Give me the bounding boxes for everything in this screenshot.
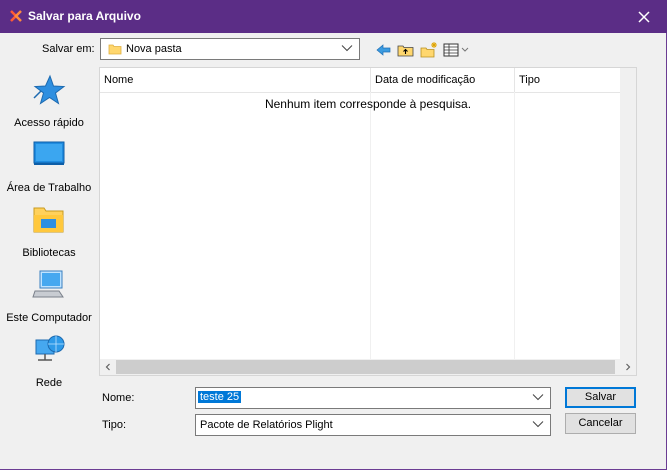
save-in-value: Nova pasta (126, 43, 182, 55)
computer-icon (32, 270, 64, 298)
window-title: Salvar para Arquivo (28, 9, 141, 23)
network-icon (35, 335, 65, 361)
chevron-down-icon[interactable] (532, 392, 544, 402)
libraries-icon (33, 207, 64, 233)
up-folder-icon[interactable] (396, 41, 416, 59)
save-in-dropdown[interactable]: Nova pasta (100, 38, 360, 60)
save-in-label: Salvar em: (42, 43, 95, 55)
place-label: Este Computador (6, 312, 92, 324)
column-header-date[interactable]: Data de modificação (375, 74, 475, 86)
chevron-down-icon (341, 45, 353, 52)
empty-list-message: Nenhum item corresponde à pesquisa. (264, 97, 472, 111)
desktop-icon (33, 141, 65, 165)
column-gridline (370, 92, 371, 360)
file-type-dropdown[interactable]: Pacote de Relatórios Plight (195, 414, 551, 436)
app-logo-icon (10, 10, 22, 22)
place-label: Área de Trabalho (6, 182, 92, 194)
file-list[interactable]: Nome Data de modificação Tipo Nenhum ite… (99, 67, 637, 376)
scroll-left-icon[interactable] (103, 362, 113, 372)
vertical-scrollbar-area (620, 68, 636, 360)
cancel-button[interactable]: Cancelar (565, 413, 636, 434)
file-name-value: teste 25 (198, 391, 242, 403)
file-type-value: Pacote de Relatórios Plight (200, 419, 333, 431)
column-header-name[interactable]: Nome (104, 74, 133, 86)
folder-icon (108, 44, 122, 55)
scroll-right-icon[interactable] (623, 362, 633, 372)
star-icon (33, 74, 66, 105)
file-name-input[interactable]: teste 25 (195, 387, 551, 409)
column-gridline (514, 92, 515, 360)
chevron-down-icon (532, 421, 544, 428)
scrollbar-thumb[interactable] (116, 360, 615, 374)
column-header-type[interactable]: Tipo (519, 74, 540, 86)
name-label: Nome: (102, 392, 135, 404)
horizontal-scrollbar[interactable] (100, 359, 636, 375)
close-icon (638, 10, 650, 23)
view-menu-icon[interactable] (442, 41, 470, 59)
title-bar: Salvar para Arquivo (0, 0, 667, 33)
type-label: Tipo: (102, 419, 127, 431)
column-separator[interactable] (370, 68, 371, 92)
place-this-pc[interactable]: Este Computador (0, 269, 98, 329)
new-folder-icon[interactable] (419, 41, 439, 59)
place-libraries[interactable]: Bibliotecas (0, 204, 98, 264)
place-label: Acesso rápido (14, 117, 84, 129)
place-label: Bibliotecas (22, 247, 76, 259)
close-button[interactable] (621, 0, 667, 33)
column-separator[interactable] (514, 68, 515, 92)
place-quick-access[interactable]: Acesso rápido (0, 74, 98, 134)
places-bar: Acesso rápido Área de Trabalho Bibliotec… (0, 66, 98, 396)
place-desktop[interactable]: Área de Trabalho (0, 139, 98, 199)
back-arrow-icon[interactable] (374, 41, 394, 59)
place-network[interactable]: Rede (0, 334, 98, 394)
save-button[interactable]: Salvar (565, 387, 636, 408)
place-label: Rede (35, 377, 63, 389)
column-header-row: Nome Data de modificação Tipo (100, 68, 636, 93)
